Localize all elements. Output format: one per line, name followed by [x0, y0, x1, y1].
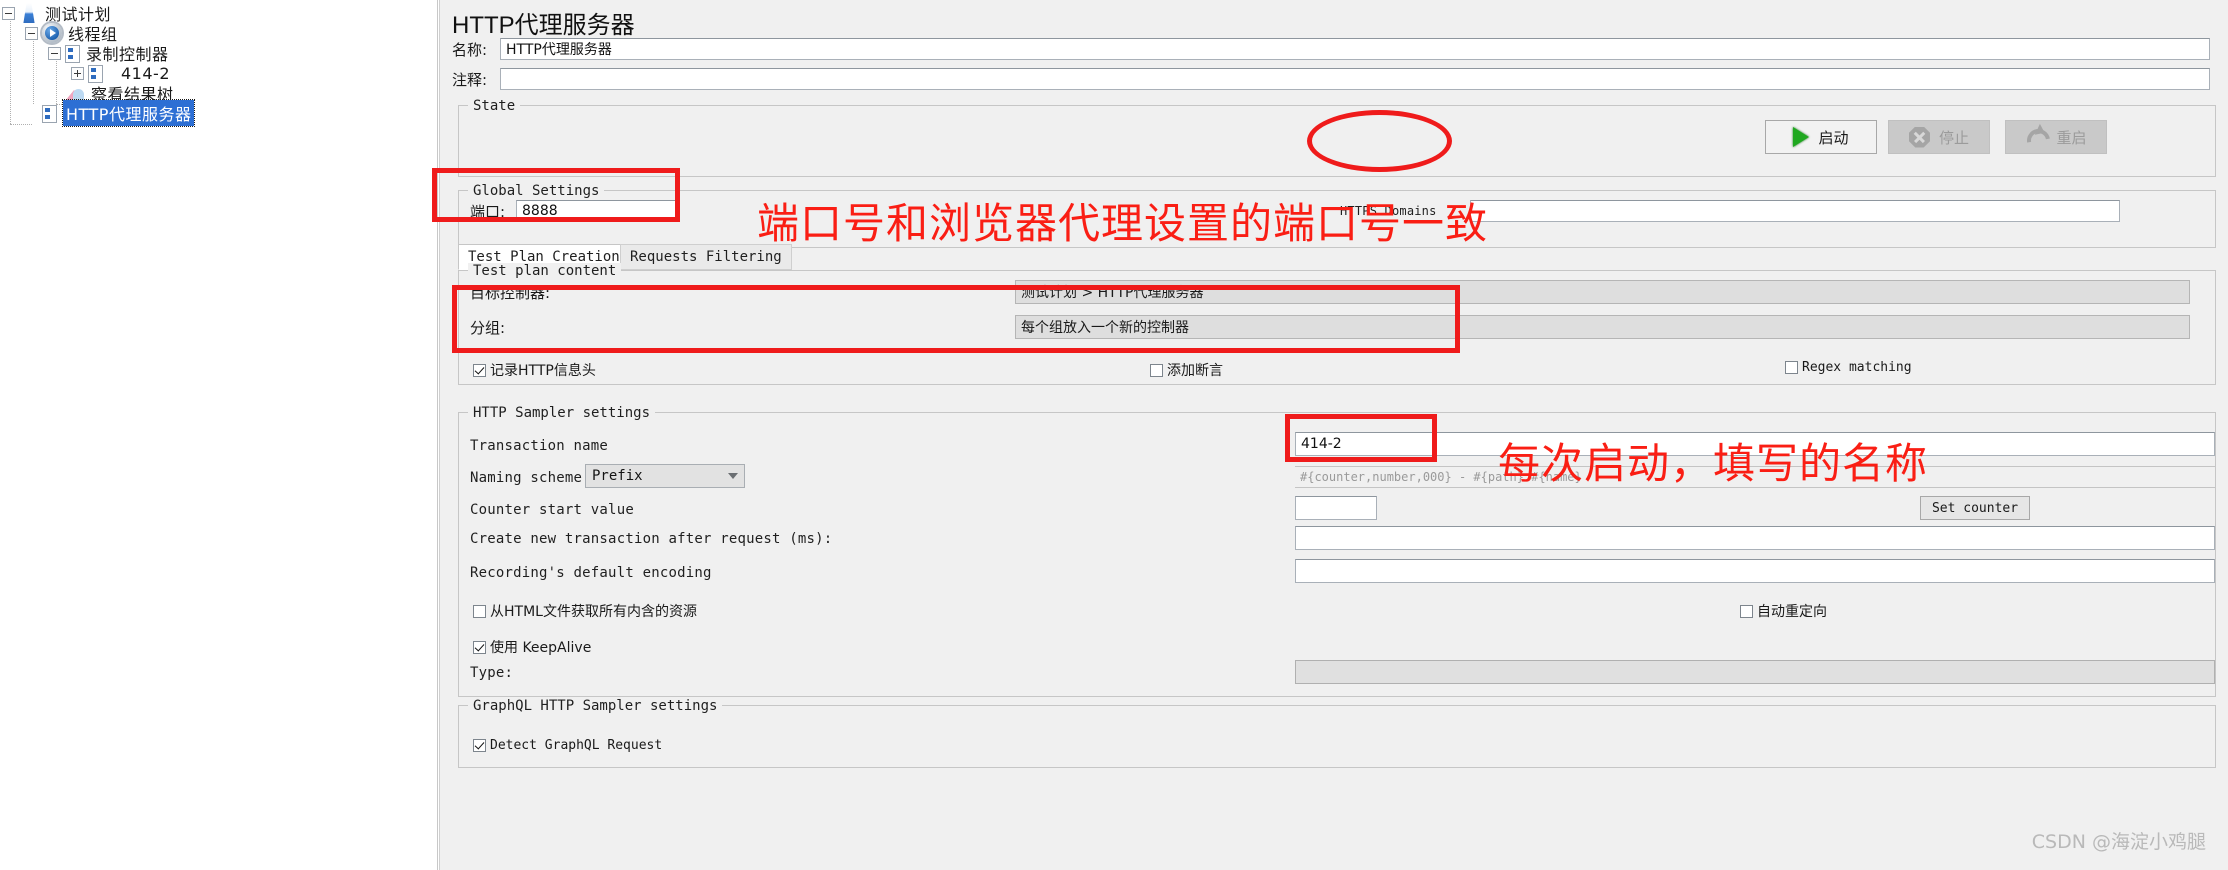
stop-icon	[1908, 126, 1930, 148]
set-counter-button[interactable]: Set counter	[1920, 496, 2030, 520]
state-group-title: State	[468, 98, 521, 114]
recording-encoding-label: Recording's default encoding	[470, 565, 712, 581]
graphql-sampler-settings-group-box	[458, 705, 2216, 768]
test-plan-tree-panel: 测试计划 线程组 录制控制器 414-2 察看结果树 HTTP代理服务器	[0, 0, 438, 870]
name-label: 名称:	[452, 40, 488, 59]
checkbox-label: 自动重定向	[1757, 604, 1827, 620]
https-domains-input[interactable]	[1470, 200, 2120, 222]
target-controller-label: 目标控制器:	[470, 283, 551, 302]
checkbox-label: 记录HTTP信息头	[490, 363, 596, 379]
tree-node-http-proxy-server[interactable]: HTTP代理服务器	[25, 99, 196, 127]
grouping-label: 分组:	[470, 318, 506, 337]
play-icon	[1793, 127, 1810, 147]
grouping-row: 分组: 每个组放入一个新的控制器	[470, 315, 2190, 339]
checkbox-box[interactable]	[1150, 363, 1163, 377]
type-select[interactable]	[1295, 660, 2215, 684]
start-button-label: 启动	[1818, 128, 1849, 147]
create-new-transaction-label: Create new transaction after request (ms…	[470, 531, 833, 547]
naming-scheme-value: Prefix	[592, 468, 643, 484]
counter-start-input[interactable]	[1295, 496, 1377, 520]
create-new-transaction-input[interactable]	[1295, 526, 2215, 550]
checkbox-box[interactable]	[1740, 604, 1753, 618]
app-window: 测试计划 线程组 录制控制器 414-2 察看结果树 HTTP代理服务器 HTT…	[0, 0, 2228, 870]
restart-button-label: 重启	[2056, 128, 2087, 147]
port-row: 端口: 8888	[470, 200, 676, 222]
checkbox-box[interactable]	[473, 604, 486, 618]
comment-label: 注释:	[452, 70, 488, 89]
http-proxy-server-config-panel: HTTP代理服务器 名称: HTTP代理服务器 注释: State 启动 停止 …	[439, 0, 2228, 870]
detect-graphql-request-checkbox[interactable]: Detect GraphQL Request	[473, 738, 662, 753]
global-settings-group-title: Global Settings	[468, 183, 605, 199]
record-http-headers-checkbox[interactable]: 记录HTTP信息头	[473, 360, 596, 380]
auto-redirect-checkbox[interactable]: 自动重定向	[1740, 601, 1827, 621]
regex-matching-checkbox[interactable]: Regex matching	[1785, 360, 1912, 375]
checkbox-label: Detect GraphQL Request	[490, 738, 663, 753]
chevron-down-icon	[728, 473, 738, 479]
recording-encoding-input[interactable]	[1295, 559, 2215, 583]
counter-start-label: Counter start value	[470, 502, 634, 518]
tree-connector-line	[10, 12, 11, 124]
port-label: 端口:	[470, 202, 506, 221]
retrieve-embedded-resources-checkbox[interactable]: 从HTML文件获取所有内含的资源	[473, 601, 697, 621]
checkbox-label: 使用 KeepAlive	[490, 640, 592, 656]
test-plan-content-group-title: Test plan content	[468, 263, 622, 279]
tree-expand-toggle[interactable]	[2, 6, 15, 20]
name-row: 名称: HTTP代理服务器	[452, 38, 2222, 60]
graphql-sampler-settings-group-title: GraphQL HTTP Sampler settings	[468, 698, 723, 714]
restart-button[interactable]: 重启	[2005, 120, 2107, 154]
comment-row: 注释:	[452, 68, 2222, 90]
grouping-select[interactable]: 每个组放入一个新的控制器	[1015, 315, 2190, 339]
add-assertions-checkbox[interactable]: 添加断言	[1150, 360, 1223, 380]
stop-button-label: 停止	[1938, 128, 1969, 147]
http-sampler-settings-group-title: HTTP Sampler settings	[468, 405, 656, 421]
page-title: HTTP代理服务器	[452, 12, 635, 39]
tree-node-label-selected: HTTP代理服务器	[61, 99, 196, 127]
start-button[interactable]: 启动	[1765, 120, 1877, 154]
target-controller-select[interactable]: 测试计划 > HTTP代理服务器	[1015, 280, 2190, 304]
restart-icon	[2025, 126, 2047, 148]
name-input[interactable]: HTTP代理服务器	[500, 38, 2210, 60]
checkbox-box[interactable]	[1785, 361, 1798, 374]
port-input[interactable]: 8888	[516, 200, 676, 222]
checkbox-box[interactable]	[473, 363, 486, 377]
watermark: CSDN @海淀小鸡腿	[2031, 831, 2206, 853]
target-controller-row: 目标控制器: 测试计划 > HTTP代理服务器	[470, 280, 2190, 304]
http-proxy-server-icon	[42, 105, 57, 123]
checkbox-box[interactable]	[473, 640, 486, 654]
checkbox-label: 从HTML文件获取所有内含的资源	[490, 604, 697, 620]
use-keepalive-checkbox[interactable]: 使用 KeepAlive	[473, 637, 591, 657]
tree-expand-toggle[interactable]	[48, 46, 61, 60]
type-label: Type:	[470, 665, 514, 681]
annotation-text-transaction-name: 每次启动，填写的名称	[1498, 439, 1929, 488]
annotation-text-port: 端口号和浏览器代理设置的端口号一致	[757, 199, 1489, 248]
tree-expand-toggle[interactable]	[25, 26, 38, 40]
tree-expand-toggle[interactable]	[71, 66, 84, 80]
transaction-name-label: Transaction name	[470, 438, 609, 454]
comment-input[interactable]	[500, 68, 2210, 90]
naming-scheme-label: Naming scheme	[470, 470, 583, 486]
checkbox-label: 添加断言	[1167, 363, 1223, 379]
stop-button[interactable]: 停止	[1888, 120, 1990, 154]
checkbox-box[interactable]	[473, 739, 486, 752]
checkbox-label: Regex matching	[1802, 360, 1912, 375]
naming-scheme-select[interactable]: Prefix	[585, 464, 745, 488]
